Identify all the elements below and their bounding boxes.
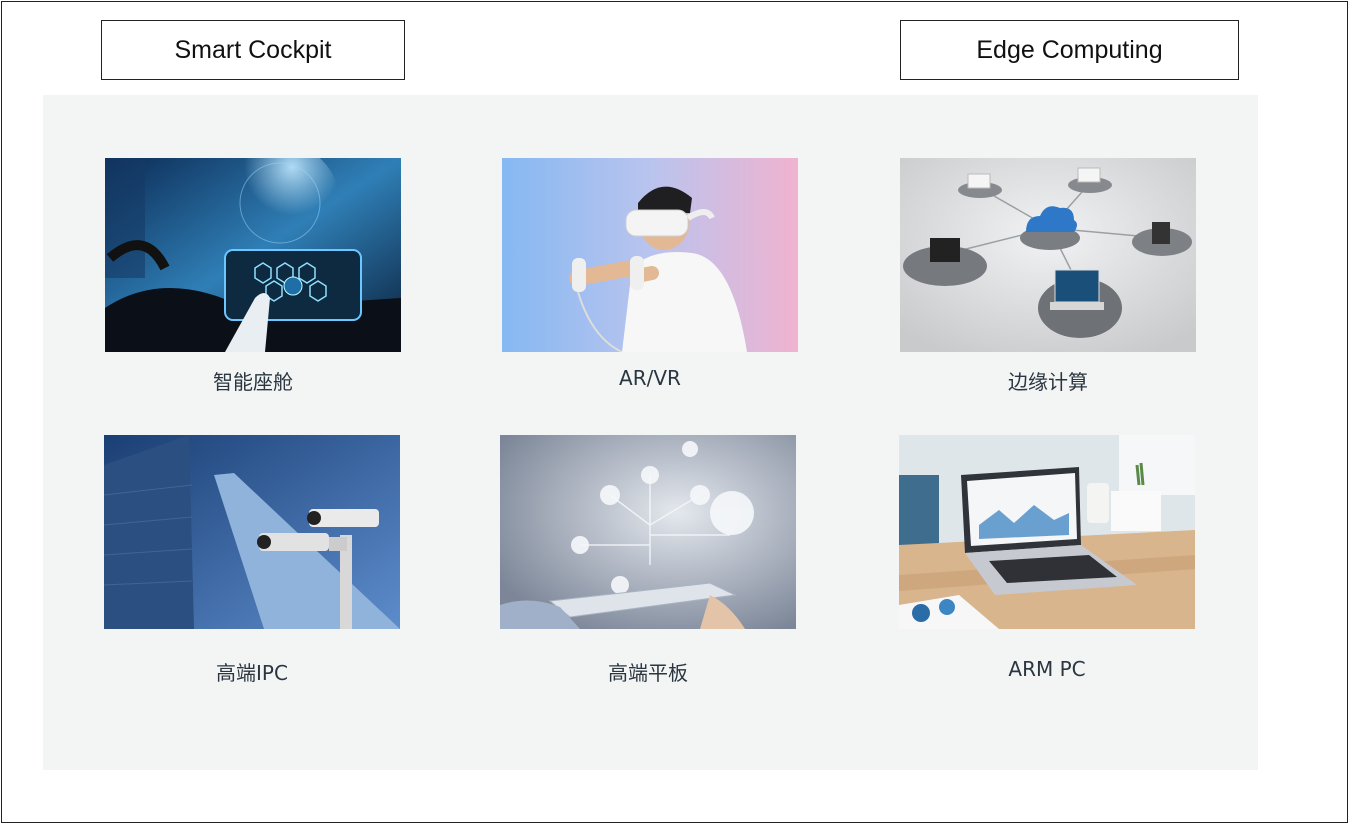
card-label: 高端IPC [216,661,288,685]
card-arm-pc[interactable]: ARM PC [899,435,1195,681]
callout-edge-computing: Edge Computing [900,20,1239,80]
card-edge-computing[interactable]: 边缘计算 [900,158,1196,395]
card-ar-vr[interactable]: AR/VR [502,158,798,390]
card-label: AR/VR [619,366,681,390]
ar-vr-image [502,158,798,352]
callout-smart-cockpit: Smart Cockpit [101,20,405,80]
smart-cockpit-image [105,158,401,352]
card-smart-cockpit[interactable]: 智能座舱 [105,158,401,395]
card-label: 高端平板 [608,661,688,685]
edge-computing-image [900,158,1196,352]
card-label: 智能座舱 [213,370,293,394]
card-label: 边缘计算 [1008,370,1088,394]
tablet-image [500,435,796,629]
application-grid-panel: 智能座舱 AR/VR 边缘计算 高端IPC 高端平板 ARM PC [43,95,1258,770]
card-high-end-tablet[interactable]: 高端平板 [500,435,796,686]
arm-pc-image [899,435,1195,629]
card-high-end-ipc[interactable]: 高端IPC [104,435,400,686]
card-label: ARM PC [1008,657,1086,681]
ipc-camera-image [104,435,400,629]
